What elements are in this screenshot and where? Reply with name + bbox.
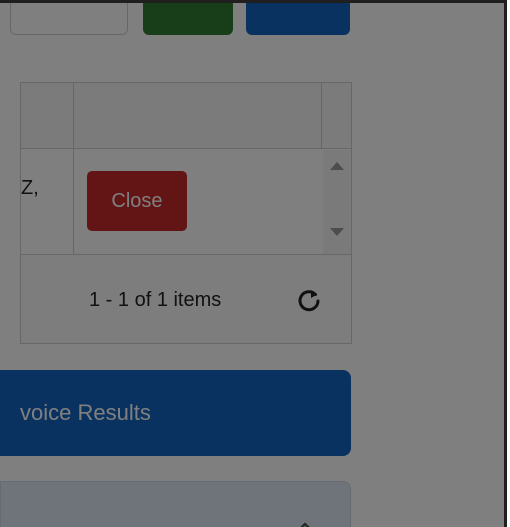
- header-column-divider: [73, 83, 74, 149]
- screenshot-frame: Z, Close 1 - 1 of 1 items voice Results: [0, 0, 507, 527]
- collapsible-panel[interactable]: [0, 481, 351, 527]
- row-column-divider: [73, 149, 74, 254]
- chevron-up-icon[interactable]: [291, 520, 319, 527]
- results-grid: Z, Close 1 - 1 of 1 items: [20, 82, 352, 344]
- results-header-bar[interactable]: voice Results: [0, 370, 351, 456]
- pager-info: 1 - 1 of 1 items: [89, 289, 222, 311]
- header-scroll-edge: [321, 83, 322, 149]
- blue-action-button[interactable]: [246, 3, 350, 35]
- results-title: voice Results: [20, 400, 151, 425]
- top-text-input[interactable]: [10, 3, 128, 35]
- green-action-button[interactable]: [143, 3, 233, 35]
- close-button[interactable]: Close: [87, 171, 187, 231]
- grid-scrollbar[interactable]: [323, 150, 351, 254]
- refresh-icon[interactable]: [295, 287, 323, 315]
- grid-header: [21, 83, 351, 149]
- page-content: Z, Close 1 - 1 of 1 items voice Results: [0, 3, 504, 527]
- scroll-up-arrow-icon[interactable]: [330, 162, 344, 170]
- grid-pager: 1 - 1 of 1 items: [21, 254, 351, 343]
- scroll-down-arrow-icon[interactable]: [330, 228, 344, 236]
- grid-cell-text: Z,: [21, 177, 39, 199]
